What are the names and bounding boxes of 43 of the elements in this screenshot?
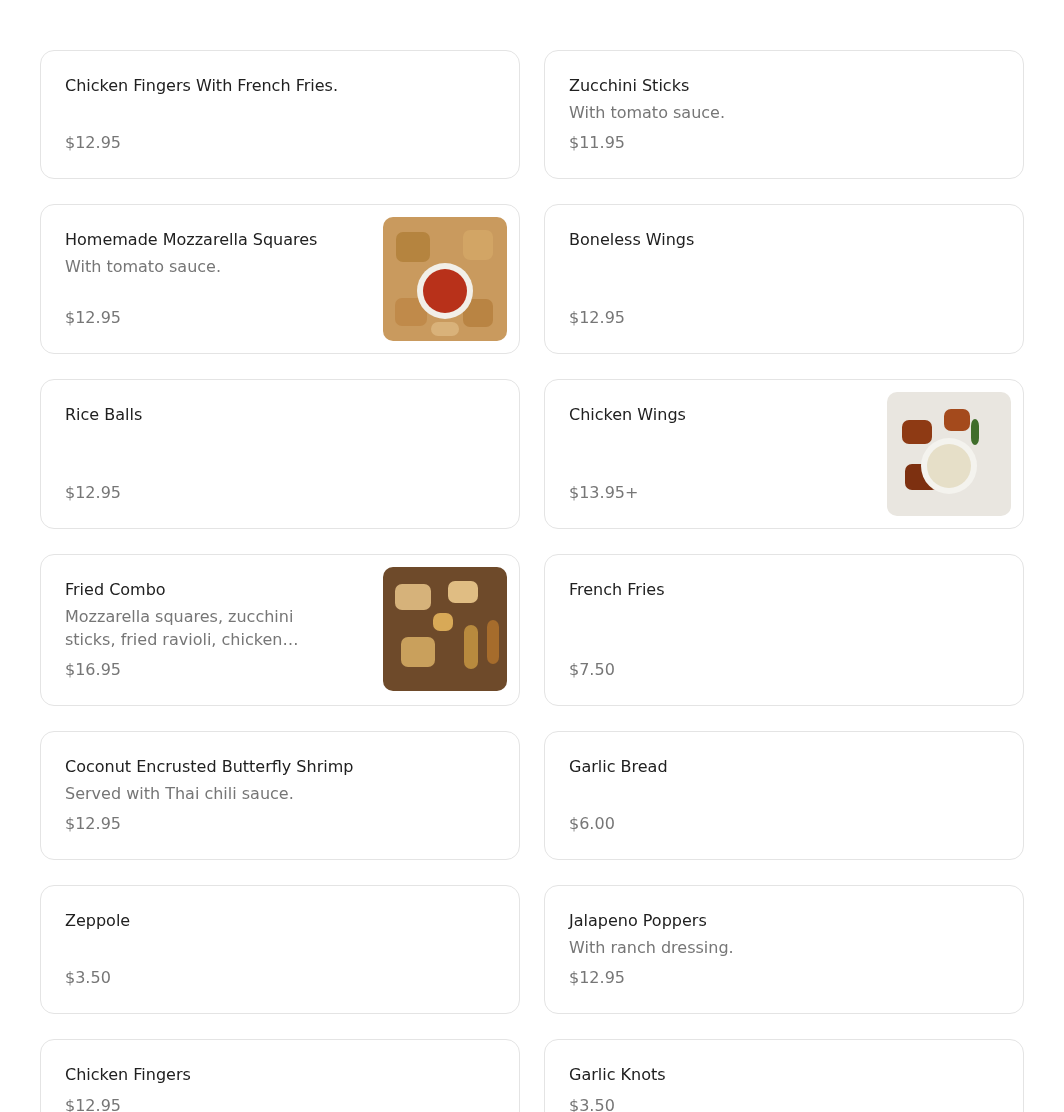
item-name: Garlic Knots bbox=[569, 1064, 667, 1086]
item-price: $11.95 bbox=[569, 132, 626, 154]
menu-item-card[interactable]: Chicken Wings $13.95+ bbox=[544, 379, 1024, 529]
item-name: Chicken Wings bbox=[569, 404, 687, 426]
item-description: With ranch dressing. bbox=[569, 937, 735, 959]
item-name: Coconut Encrusted Butterfly Shrimp bbox=[65, 756, 355, 778]
menu-item-card[interactable]: Jalapeno Poppers With ranch dressing. $12.95 bbox=[544, 885, 1024, 1014]
item-name: Boneless Wings bbox=[569, 229, 696, 251]
menu-item-card[interactable]: Garlic Bread $6.00 bbox=[544, 731, 1024, 860]
menu-item-card[interactable]: Zucchini Sticks With tomato sauce. $11.95 bbox=[544, 50, 1024, 179]
item-price: $12.95 bbox=[65, 132, 122, 154]
item-name: Chicken Fingers bbox=[65, 1064, 192, 1086]
item-price: $12.95 bbox=[65, 307, 122, 329]
menu-item-card[interactable]: Fried Combo Mozzarella squares, zucchini sticks, fried ravioli, chicken… $16.95 bbox=[40, 554, 520, 706]
item-description: Mozzarella squares, zucchini sticks, fried ravioli, chicken… bbox=[65, 606, 300, 651]
item-description: With tomato sauce. bbox=[65, 256, 223, 278]
item-price: $16.95 bbox=[65, 659, 122, 681]
item-price: $12.95 bbox=[569, 307, 626, 329]
menu-item-card[interactable]: Coconut Encrusted Butterfly Shrimp Served with Thai chili sauce. $12.95 bbox=[40, 731, 520, 860]
item-description: Served with Thai chili sauce. bbox=[65, 783, 295, 805]
item-name: Garlic Bread bbox=[569, 756, 669, 778]
menu-item-card[interactable]: Boneless Wings $12.95 bbox=[544, 204, 1024, 354]
menu-item-card[interactable]: Rice Balls $12.95 bbox=[40, 379, 520, 529]
item-name: Homemade Mozzarella Squares bbox=[65, 229, 319, 251]
item-name: Jalapeno Poppers bbox=[569, 910, 708, 932]
item-price: $12.95 bbox=[65, 813, 122, 835]
item-name: Zucchini Sticks bbox=[569, 75, 691, 97]
menu-item-card[interactable]: Homemade Mozzarella Squares With tomato sauce. $12.95 bbox=[40, 204, 520, 354]
item-name: Chicken Fingers With French Fries. bbox=[65, 75, 339, 97]
item-name: French Fries bbox=[569, 579, 666, 601]
item-name: Rice Balls bbox=[65, 404, 144, 426]
item-name: Zeppole bbox=[65, 910, 132, 932]
menu-item-card[interactable]: French Fries $7.50 bbox=[544, 554, 1024, 706]
item-price: $12.95 bbox=[569, 967, 626, 989]
item-price: $6.00 bbox=[569, 813, 616, 835]
menu-item-card[interactable]: Zeppole $3.50 bbox=[40, 885, 520, 1014]
menu-item-card[interactable]: Chicken Fingers With French Fries. $12.95 bbox=[40, 50, 520, 179]
item-description: With tomato sauce. bbox=[569, 102, 727, 124]
item-name: Fried Combo bbox=[65, 579, 167, 601]
item-price: $12.95 bbox=[65, 482, 122, 504]
item-price: $3.50 bbox=[65, 967, 112, 989]
item-price: $13.95+ bbox=[569, 482, 640, 504]
item-price: $7.50 bbox=[569, 659, 616, 681]
